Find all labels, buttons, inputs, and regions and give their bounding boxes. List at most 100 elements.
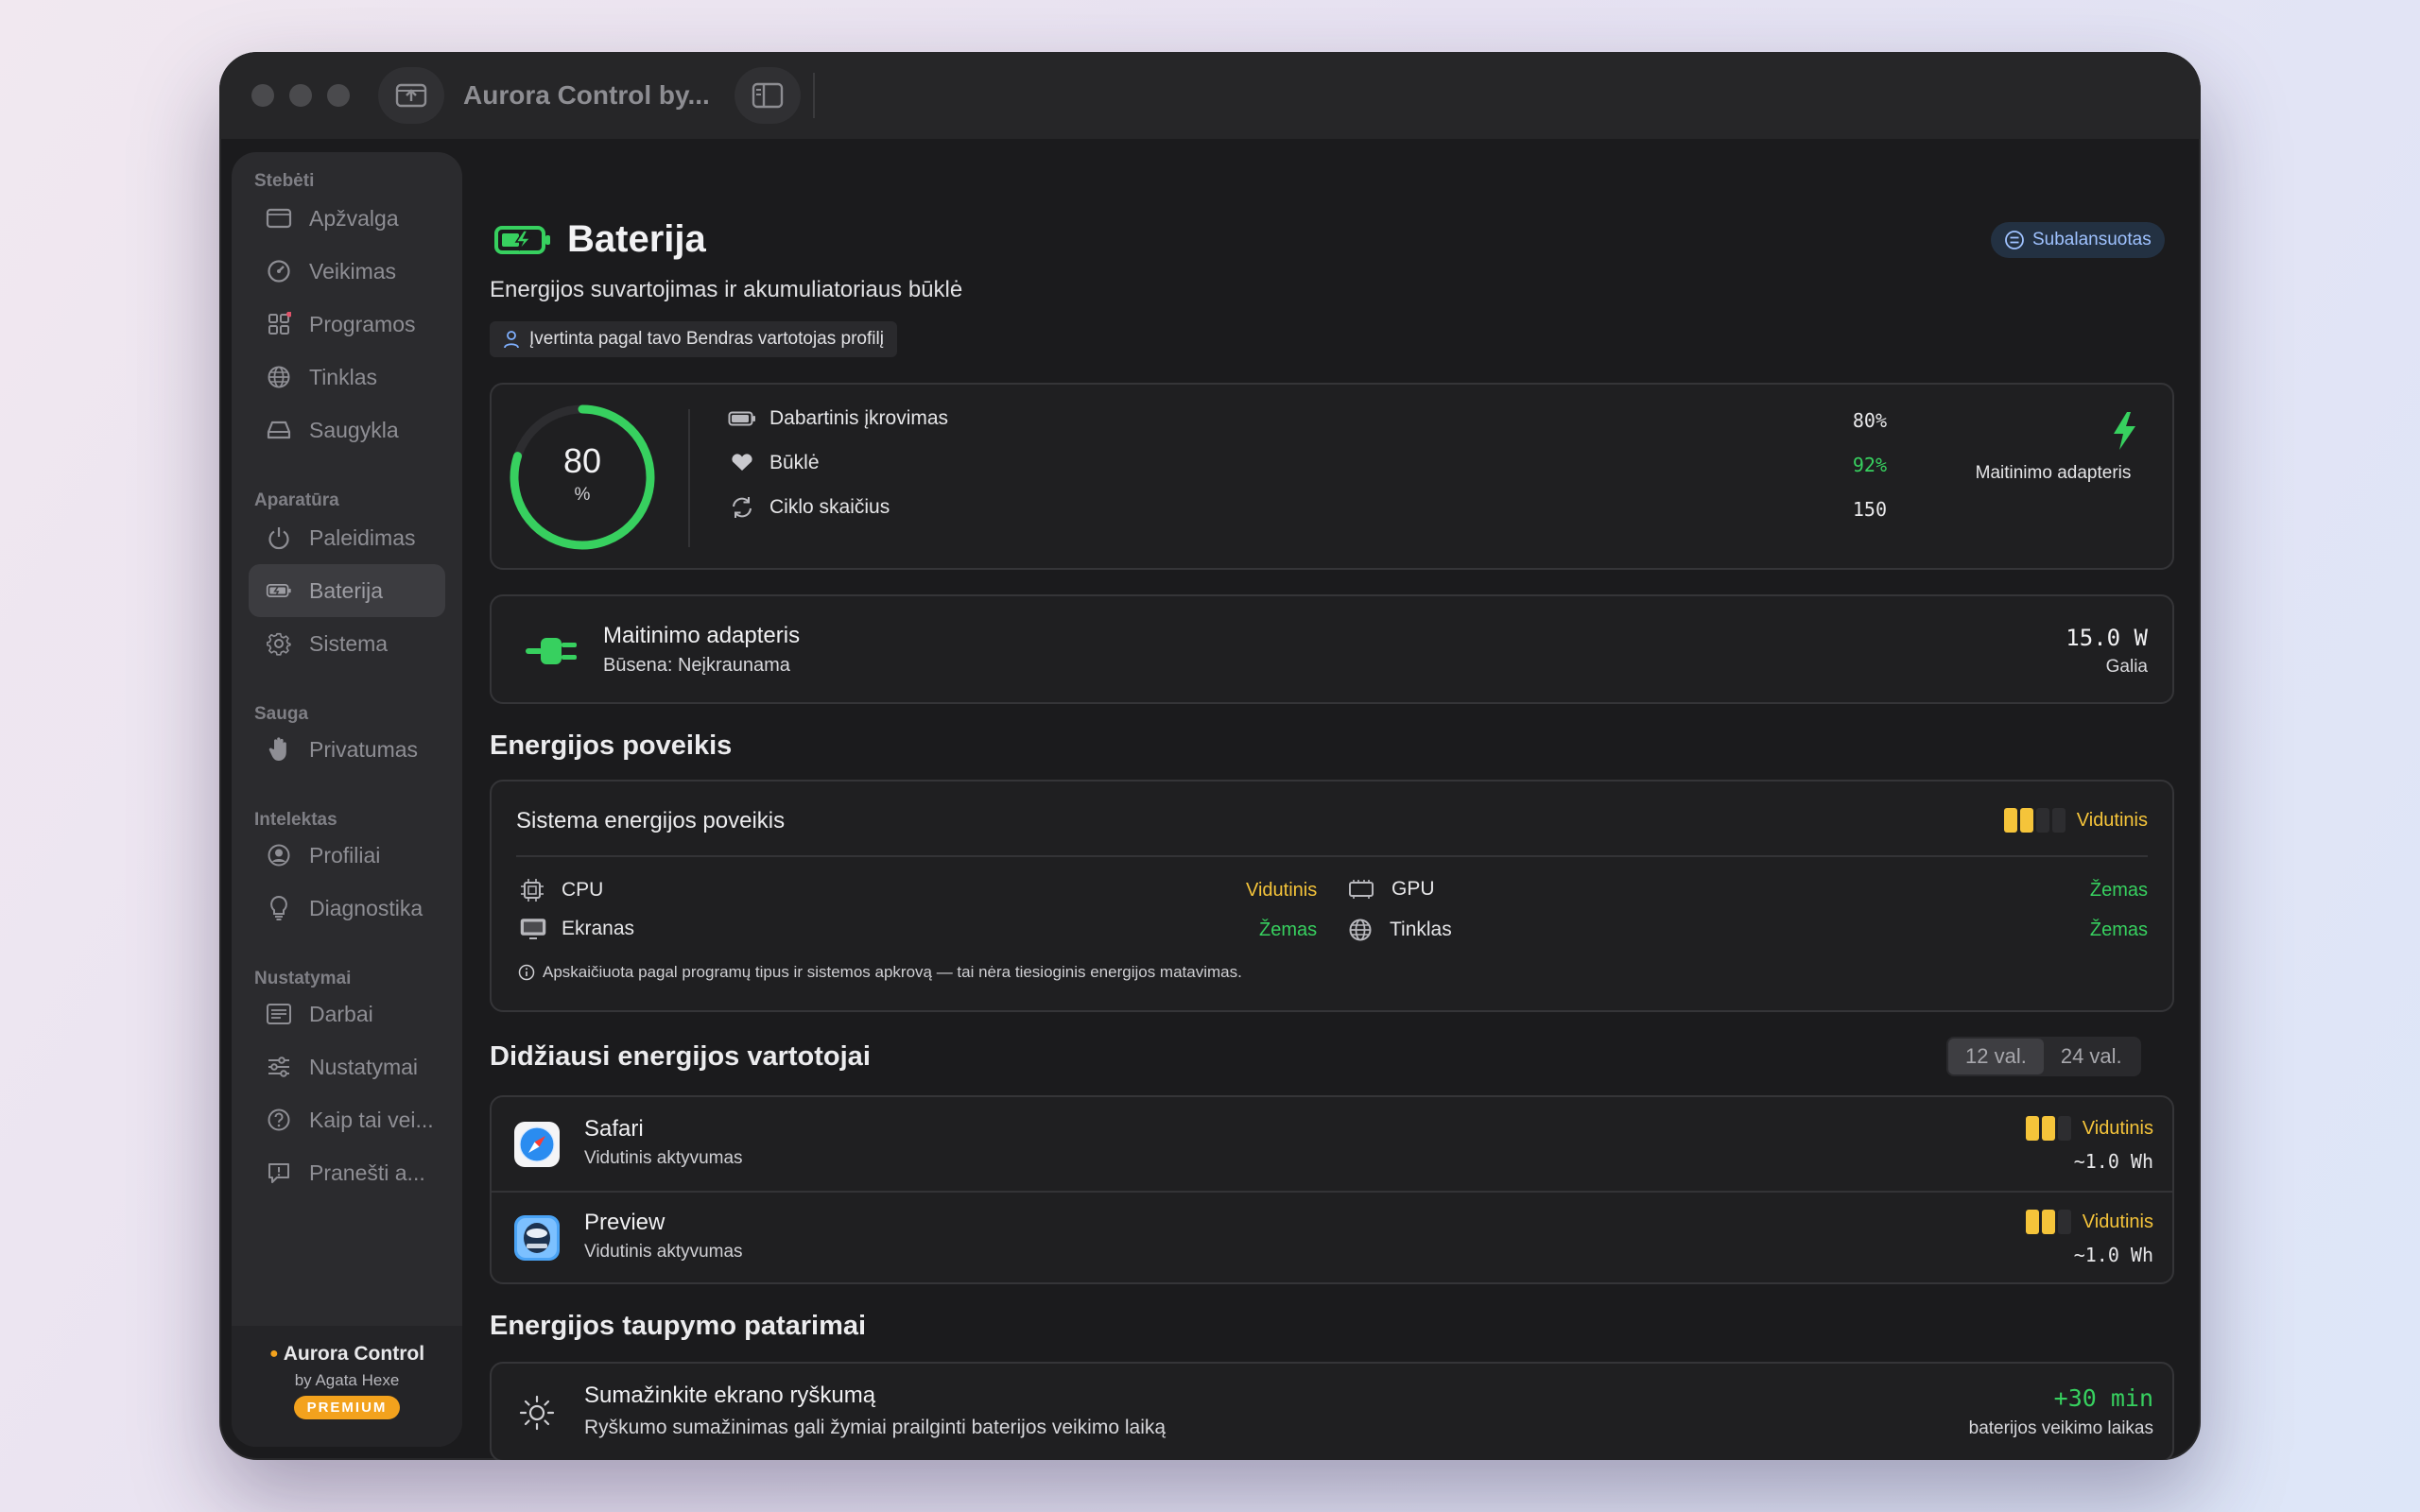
sidebar-section-settings: Nustatymai bbox=[254, 969, 352, 988]
sidebar-item-label: Kaip tai vei... bbox=[309, 1107, 434, 1132]
report-icon bbox=[266, 1160, 292, 1186]
sidebar-item-jobs[interactable]: Darbai bbox=[249, 988, 445, 1040]
stat-label: Dabartinis įkrovimas bbox=[769, 407, 949, 429]
sidebar-item-label: Privatumas bbox=[309, 736, 419, 762]
person-icon bbox=[504, 331, 519, 349]
adapter-status: Būsena: Neįkraunama bbox=[603, 655, 790, 676]
system-impact-value: Vidutinis bbox=[2076, 809, 2148, 831]
globe-icon bbox=[266, 364, 292, 390]
battery-status-card: 80 % Dabartinis įkrovimas 80% Būklė 92% … bbox=[490, 383, 2174, 570]
premium-badge-wrap: PREMIUM bbox=[232, 1396, 462, 1419]
sidebar-item-label: Veikimas bbox=[309, 258, 397, 284]
sidebar-item-report[interactable]: Pranešti a... bbox=[249, 1146, 445, 1199]
sidebar-item-overview[interactable]: Apžvalga bbox=[249, 192, 445, 245]
app-impact: Vidutinis bbox=[2025, 1116, 2153, 1141]
tip-gain-label: baterijos veikimo laikas bbox=[1968, 1418, 2153, 1438]
battery-charging-icon bbox=[494, 225, 550, 254]
stat-label: Būklė bbox=[769, 452, 820, 473]
help-icon bbox=[266, 1107, 292, 1133]
export-button[interactable] bbox=[378, 67, 444, 124]
profile-note-text: Įvertinta pagal tavo Bendras vartotojas … bbox=[529, 329, 884, 349]
stat-row-cycles: Ciklo skaičius bbox=[728, 496, 890, 519]
sidebar-item-label: Diagnostika bbox=[309, 895, 424, 920]
gauge-divider bbox=[688, 409, 690, 547]
impact-note-text: Apskaičiuota pagal programų tipus ir sis… bbox=[543, 963, 1242, 981]
component-network: Tinklas bbox=[1348, 918, 1452, 942]
adapter-card: Maitinimo adapteris Būsena: Neįkraunama … bbox=[490, 594, 2174, 704]
minimize-window-button[interactable] bbox=[289, 84, 312, 107]
status-dot-icon: ● bbox=[268, 1346, 279, 1362]
sidebar-section-security: Sauga bbox=[254, 704, 309, 724]
main-content: Baterija Energijos suvartojimas ir akumu… bbox=[490, 139, 2201, 1460]
sidebar-section-hardware: Aparatūra bbox=[254, 490, 339, 510]
app-energy: ~1.0 Wh bbox=[2073, 1244, 2153, 1266]
close-window-button[interactable] bbox=[251, 84, 274, 107]
tip-description: Ryškumo sumažinimas gali žymiai prailgin… bbox=[584, 1417, 1167, 1438]
component-value-gpu: Žemas bbox=[2089, 880, 2148, 901]
mode-badge-label: Subalansuotas bbox=[2032, 230, 2152, 249]
app-row-safari[interactable]: Safari Vidutinis aktyvumas Vidutinis ~1.… bbox=[492, 1097, 2172, 1192]
preview-icon bbox=[514, 1215, 560, 1261]
footer-author: by Agata Hexe bbox=[294, 1371, 400, 1389]
toolbar-divider bbox=[813, 73, 815, 118]
footer-app-row: ● Aurora Control bbox=[232, 1343, 462, 1366]
battery-percent-unit: % bbox=[574, 485, 591, 505]
bolt-icon bbox=[2114, 412, 2135, 450]
sidebar-item-privacy[interactable]: Privatumas bbox=[249, 723, 445, 776]
battery-icon bbox=[266, 577, 292, 604]
sidebar-item-how-it-works[interactable]: Kaip tai vei... bbox=[249, 1093, 445, 1146]
sidebar-toggle-button[interactable] bbox=[735, 67, 801, 124]
app-row-preview[interactable]: Preview Vidutinis aktyvumas Vidutinis ~1… bbox=[492, 1193, 2172, 1286]
sidebar-item-system[interactable]: Sistema bbox=[249, 617, 445, 670]
system-impact-label: Sistema energijos poveikis bbox=[516, 808, 786, 833]
sidebar-item-profiles[interactable]: Profiliai bbox=[249, 829, 445, 882]
sidebar-item-label: Nustatymai bbox=[309, 1054, 419, 1079]
range-24h-tab[interactable]: 24 val. bbox=[2044, 1039, 2139, 1074]
sidebar-item-performance[interactable]: Veikimas bbox=[249, 245, 445, 298]
sidebar-item-battery[interactable]: Baterija bbox=[249, 564, 445, 617]
component-label: Ekranas bbox=[562, 918, 635, 939]
cycle-icon bbox=[733, 497, 752, 518]
mode-badge[interactable]: Subalansuotas bbox=[1991, 222, 2165, 258]
sidebar-item-storage[interactable]: Saugykla bbox=[249, 404, 445, 456]
zoom-window-button[interactable] bbox=[327, 84, 350, 107]
sidebar-item-label: Apžvalga bbox=[309, 205, 399, 231]
sidebar-item-startup[interactable]: Paleidimas bbox=[249, 511, 445, 564]
impact-card: Sistema energijos poveikis Vidutinis CPU… bbox=[490, 780, 2174, 1012]
sun-icon bbox=[519, 1395, 555, 1431]
footer-app-name: Aurora Control bbox=[283, 1343, 425, 1365]
consumers-heading: Didžiausi energijos vartotojai bbox=[490, 1041, 871, 1072]
app-name: Preview bbox=[584, 1210, 666, 1235]
page-subtitle: Energijos suvartojimas ir akumuliatoriau… bbox=[490, 277, 963, 302]
sidebar-item-apps[interactable]: Programos bbox=[249, 298, 445, 351]
sidebar-item-diagnostics[interactable]: Diagnostika bbox=[249, 882, 445, 935]
sidebar-item-label: Darbai bbox=[309, 1001, 373, 1026]
app-impact-value: Vidutinis bbox=[2082, 1117, 2153, 1139]
profile-icon bbox=[266, 842, 292, 868]
plug-icon bbox=[526, 638, 577, 664]
component-cpu: CPU bbox=[520, 878, 603, 902]
hand-icon bbox=[266, 736, 292, 763]
stat-value-cycles: 150 bbox=[1852, 498, 1887, 521]
component-gpu: GPU bbox=[1348, 878, 1435, 901]
sidebar: Stebėti Apžvalga Veikimas Programos Tink… bbox=[232, 152, 462, 1447]
adapter-title: Maitinimo adapteris bbox=[603, 623, 801, 648]
sidebar-item-settings[interactable]: Nustatymai bbox=[249, 1040, 445, 1093]
sidebar-item-label: Pranešti a... bbox=[309, 1160, 425, 1185]
consumers-card: Safari Vidutinis aktyvumas Vidutinis ~1.… bbox=[490, 1095, 2174, 1284]
app-name: Safari bbox=[584, 1116, 644, 1142]
sidebar-item-network[interactable]: Tinklas bbox=[249, 351, 445, 404]
impact-bars bbox=[2025, 1116, 2071, 1141]
app-energy: ~1.0 Wh bbox=[2073, 1150, 2153, 1173]
window-title: Aurora Control by... bbox=[463, 80, 710, 110]
display-icon bbox=[520, 919, 546, 939]
page-title: Baterija bbox=[567, 218, 706, 260]
heart-icon bbox=[732, 454, 752, 471]
gpu-icon bbox=[1349, 880, 1374, 899]
sidebar-footer: ● Aurora Control by Agata Hexe PREMIUM bbox=[232, 1326, 462, 1447]
impact-note: Apskaičiuota pagal programų tipus ir sis… bbox=[518, 963, 1242, 982]
page-header: Baterija bbox=[493, 218, 706, 261]
range-12h-tab[interactable]: 12 val. bbox=[1948, 1039, 2044, 1074]
impact-bars bbox=[2025, 1210, 2071, 1234]
impact-bars bbox=[2003, 808, 2066, 833]
